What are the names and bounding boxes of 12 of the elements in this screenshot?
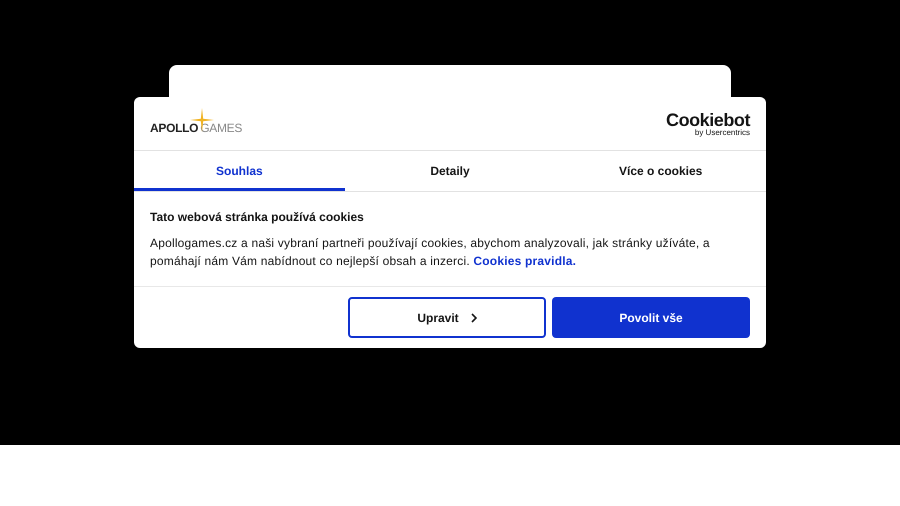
logo-text: APOLLO xyxy=(150,122,198,134)
provider-byline: by Usercentrics xyxy=(694,128,750,136)
dialog-heading: Tato webová stránka používá cookies xyxy=(150,209,365,226)
chevron-icon xyxy=(470,312,477,322)
allow-all-button[interactable]: Povolit vše xyxy=(552,297,750,338)
customize-button[interactable]: Upravit xyxy=(348,297,546,338)
tab[interactable]: Souhlas xyxy=(134,151,345,191)
tab[interactable]: Více o cookies xyxy=(555,151,766,191)
policy-link[interactable]: Cookies pravidla. xyxy=(473,254,576,268)
provider-logo-text: Cookiebot xyxy=(666,110,750,128)
consent-text: Apollogames.cz a naši vybraní partneři používají cookies, abychom analyzovali, jak stránky užíváte, a pomáhají nám Vám nabídnout co nejlepší obsah a inzerci. Cookies pravidla. xyxy=(150,235,711,270)
tab[interactable]: Detaily xyxy=(344,151,556,191)
